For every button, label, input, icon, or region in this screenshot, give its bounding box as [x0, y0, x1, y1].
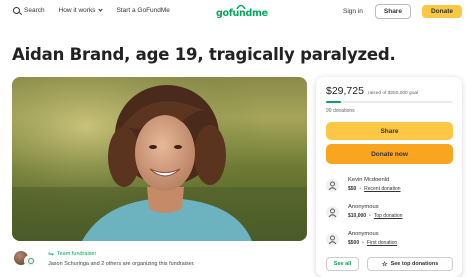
team-icon: ⇋ [48, 251, 54, 258]
how-it-works-label: How it works [58, 7, 96, 14]
donor-item: Anonymous $10,000 • Top donation [326, 202, 453, 224]
donor-avatar-icon [326, 233, 339, 246]
share-button[interactable]: Share [326, 122, 453, 140]
organizer-section: ⇋ Team fundraiser Jason Schuringa and 2 … [12, 247, 307, 273]
donor-item: Anonymous $500 • First donation [326, 229, 453, 251]
donate-now-button[interactable]: Donate now [326, 144, 453, 164]
progress-bar [326, 101, 453, 103]
start-gofundme-link[interactable]: Start a GoFundMe [116, 7, 169, 14]
search-icon [13, 7, 20, 14]
separator-dot: • [369, 213, 371, 219]
start-label: Start a GoFundMe [116, 7, 170, 14]
team-label-text: Team fundraiser [56, 251, 97, 257]
donor-avatar-icon [326, 179, 339, 192]
goal-text: raised of $250,000 goal [367, 91, 419, 96]
campaign-photo[interactable] [12, 77, 307, 241]
donor-item: Kevin Mcdoenld $50 • Recent donation [326, 175, 453, 197]
donor-amount: $50 [348, 186, 357, 192]
donor-tag-link[interactable]: First donation [367, 240, 397, 246]
campaign-photo-illustration [12, 77, 307, 241]
separator-dot: • [362, 240, 364, 246]
separator-dot: • [359, 186, 362, 192]
donor-avatar-icon [326, 206, 339, 219]
nav-left: Search How it works Start a GoFundMe [13, 7, 184, 14]
amount-raised: $29,725 [326, 85, 364, 97]
donor-name: Anonymous [348, 231, 379, 237]
donor-tag-link[interactable]: Top donation [374, 213, 403, 219]
top-nav: Search How it works Start a GoFundMe gof… [0, 0, 474, 26]
donor-meta: $500 • First donation [348, 240, 397, 246]
donation-card: $29,725 raised of $250,000 goal 99 donat… [316, 77, 462, 277]
donor-name: Anonymous [348, 204, 379, 210]
gofundme-logo[interactable]: gofundme [212, 4, 268, 20]
how-it-works-link[interactable]: How it works [58, 7, 104, 14]
search-link[interactable]: Search [13, 7, 45, 14]
chevron-down-icon [98, 7, 104, 12]
campaign-title: Aidan Brand, age 19, tragically paralyze… [12, 45, 396, 64]
team-avatar-icon [24, 255, 36, 267]
header-share-button[interactable]: Share [374, 4, 411, 19]
see-top-donations-button[interactable]: ☆ See top donations [367, 257, 453, 271]
signin-link[interactable]: Sign in [343, 8, 363, 15]
star-icon: ☆ [381, 261, 388, 268]
header-donate-button[interactable]: Donate [421, 5, 462, 18]
card-bottom-actions: See all ☆ See top donations [326, 257, 453, 271]
donor-amount: $500 [348, 240, 360, 246]
donor-tag-link[interactable]: Recent donation [364, 186, 400, 192]
donor-name: Kevin Mcdoenld [348, 177, 390, 183]
logo-text: gofundme [216, 8, 268, 19]
search-label: Search [24, 7, 45, 14]
see-top-label: See top donations [390, 261, 439, 267]
progress-fill [326, 101, 342, 103]
donor-amount: $10,000 [348, 213, 367, 219]
nav-right: Sign in Share Donate [343, 4, 462, 19]
donations-count: 99 donations [326, 108, 355, 114]
organizer-text: Jason Schuringa and 2 others are organiz… [48, 261, 195, 267]
donor-meta: $10,000 • Top donation [348, 213, 402, 219]
see-all-button[interactable]: See all [326, 257, 359, 271]
raised-row: $29,725 raised of $250,000 goal [326, 85, 418, 97]
team-fundraiser-label: ⇋ Team fundraiser [48, 250, 96, 258]
donor-meta: $50 • Recent donation [348, 186, 401, 192]
